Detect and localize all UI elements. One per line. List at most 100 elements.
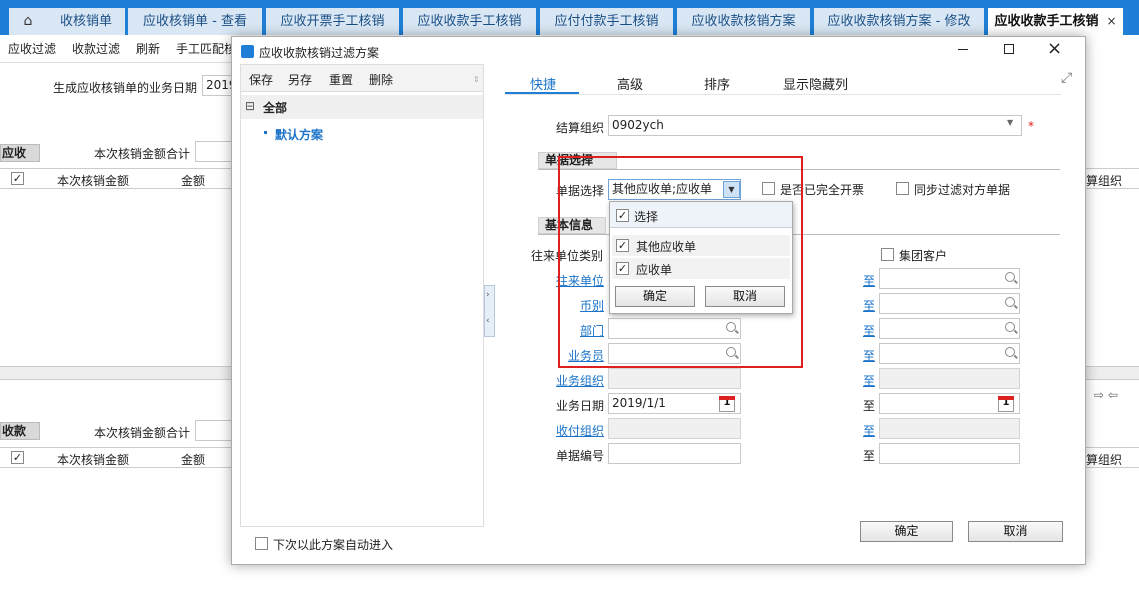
pay-filter-button[interactable]: 收款过滤 [72, 40, 120, 57]
close-icon[interactable]: × [1047, 38, 1062, 59]
column-header: 金额 [181, 453, 206, 467]
manual-match-button[interactable]: 手工匹配核 [176, 40, 236, 57]
tree-item-default[interactable]: 默认方案 [275, 126, 323, 143]
calendar-icon[interactable]: 1 [998, 396, 1014, 412]
tab-sort[interactable]: 排序 [704, 74, 730, 93]
to-label: 至 [863, 324, 876, 338]
panel-toggle[interactable]: › ‹ [484, 285, 495, 337]
to-label: 至 [863, 349, 876, 363]
column-header: 算组织 [1086, 453, 1123, 467]
tab-item[interactable]: 应收收款核销方案 [677, 8, 810, 35]
dept-to-input[interactable] [879, 318, 1020, 339]
toolbar: 应收过滤 收款过滤 刷新 手工匹配核 [0, 38, 240, 58]
salesman-to-input[interactable] [879, 343, 1020, 364]
partner-to-input[interactable] [879, 268, 1020, 289]
close-icon[interactable]: × [1106, 14, 1116, 28]
delete-button[interactable]: 删除 [369, 71, 393, 88]
sum-input[interactable] [195, 141, 235, 162]
to-label: 至 [863, 449, 876, 463]
group-customer-label: 集团客户 [899, 249, 948, 263]
tab-show-hidden[interactable]: 显示隐藏列 [783, 74, 848, 93]
tab-advanced[interactable]: 高级 [617, 74, 643, 93]
scheme-toolbar: 保存 另存 重置 删除 ⇕ [241, 65, 483, 92]
tree-root-label: 全部 [263, 101, 288, 115]
select-all-checkbox[interactable]: ✓ [11, 172, 24, 185]
to-label: 至 [863, 299, 876, 313]
auto-enter-checkbox[interactable] [255, 537, 268, 550]
nav-arrows[interactable]: ⇨ ⇦ [1094, 388, 1118, 402]
bill-no-label: 单据编号 [556, 449, 605, 463]
save-as-button[interactable]: 另存 [288, 71, 312, 88]
tab-item[interactable]: 收核销单 [47, 8, 125, 35]
chevron-down-icon[interactable]: ▼ [1007, 118, 1013, 127]
pay-org-input [608, 418, 741, 439]
scheme-panel: 保存 另存 重置 删除 ⇕ ⊟ 全部 默认方案 [240, 64, 484, 527]
minimize-icon[interactable] [958, 49, 968, 50]
select-all-checkbox[interactable]: ✓ [11, 451, 24, 464]
table-header-right: 算组织 [1086, 168, 1139, 189]
search-icon[interactable] [1005, 322, 1015, 332]
app-icon [241, 45, 254, 58]
table-header-right: 算组织 [1086, 447, 1139, 468]
column-header: 本次核销金额 [57, 453, 130, 467]
biz-date-label: 业务日期 [556, 399, 605, 413]
sum-input[interactable] [195, 420, 235, 441]
sum-label: 本次核销金额合计 [94, 147, 191, 161]
filter-button[interactable]: 应收过滤 [8, 40, 56, 57]
section-rec: 收款 [0, 422, 40, 440]
to-label: 至 [863, 399, 876, 413]
home-icon: ⌂ [23, 13, 33, 29]
divider [505, 94, 1061, 95]
required-mark: * [1028, 119, 1034, 133]
table-header: ✓ 本次核销金额 金额 [0, 447, 240, 468]
tab-item[interactable]: 应收收款手工核销 [403, 8, 536, 35]
search-icon[interactable] [1005, 347, 1015, 357]
search-icon[interactable] [1005, 272, 1015, 282]
collapse-icon[interactable]: ⊟ [245, 99, 255, 113]
pay-org-link[interactable]: 收付组织 [556, 422, 604, 439]
biz-org-link[interactable]: 业务组织 [556, 372, 604, 389]
home-tab[interactable]: ⌂ [9, 8, 47, 35]
reset-button[interactable]: 重置 [329, 71, 353, 88]
bullet-icon [264, 131, 267, 134]
highlight-box [558, 156, 803, 368]
currency-to-input[interactable] [879, 293, 1020, 314]
tab-item-active[interactable]: 应收收款手工核销 × [988, 8, 1123, 36]
gen-date-input[interactable]: 2019 [202, 75, 234, 96]
bill-no-input[interactable] [608, 443, 741, 464]
to-label: 至 [863, 374, 876, 388]
collapse-icon[interactable]: ‹ [486, 316, 490, 326]
calendar-icon[interactable]: 1 [719, 396, 735, 412]
column-header: 金额 [181, 174, 206, 188]
save-button[interactable]: 保存 [249, 71, 273, 88]
tab-item[interactable]: 应付付款手工核销 [540, 8, 673, 35]
expand-icon[interactable]: ⤢ [1061, 70, 1072, 86]
tab-quick[interactable]: 快捷 [530, 74, 556, 93]
group-customer-checkbox[interactable] [881, 248, 894, 261]
gen-date-label: 生成应收核销单的业务日期 [53, 81, 198, 95]
tab-label: 应收收款手工核销 [994, 14, 1099, 29]
sync-filter-label: 同步过滤对方单据 [914, 183, 1011, 197]
tree-root-row[interactable]: ⊟ 全部 [241, 95, 483, 119]
ok-button[interactable]: 确定 [860, 521, 953, 542]
biz-org-to-input [879, 368, 1020, 389]
dialog-title: 应收收款核销过滤方案 [259, 46, 380, 60]
bill-no-to-input[interactable] [879, 443, 1020, 464]
section-ar: 应收 [0, 144, 40, 162]
column-header: 算组织 [1086, 174, 1123, 188]
sync-filter-checkbox[interactable] [896, 182, 909, 195]
tab-item[interactable]: 应收核销单 - 查看 [128, 8, 262, 35]
cancel-button[interactable]: 取消 [968, 521, 1063, 542]
expand-icon[interactable]: › [486, 290, 490, 300]
settle-org-select[interactable]: 0902ych [608, 115, 1022, 136]
dialog-titlebar: 应收收款核销过滤方案 × [232, 37, 1085, 64]
divider [0, 62, 240, 63]
scroll-icon[interactable]: ⇕ [473, 75, 480, 84]
refresh-button[interactable]: 刷新 [136, 40, 160, 57]
maximize-icon[interactable] [1004, 44, 1014, 54]
tab-item[interactable]: 应收开票手工核销 [266, 8, 399, 35]
tab-item[interactable]: 应收收款核销方案 - 修改 [814, 8, 984, 35]
pay-org-to-input [879, 418, 1020, 439]
search-icon[interactable] [1005, 297, 1015, 307]
table-header: ✓ 本次核销金额 金额 [0, 168, 240, 189]
